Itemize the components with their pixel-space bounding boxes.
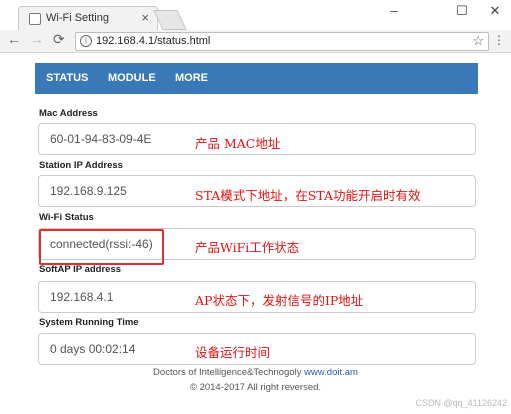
softap-ip-annotation: AP状态下，发射信号的IP地址 [195,293,364,308]
softap-ip-label: SoftAP IP address [39,264,122,275]
nav-item-status[interactable]: STATUS [46,72,88,84]
footer-copyright: © 2014-2017 All right reversed. [189,382,322,393]
running-time-value: 0 days 00:02:14 [50,342,136,356]
maximize-window-icon[interactable]: ☐ [445,0,479,22]
running-time-annotation: 设备运行时间 [195,345,271,360]
mac-address-label: Mac Address [39,108,98,119]
wifi-status-label: Wi-Fi Status [39,212,94,223]
close-tab-icon[interactable]: × [141,10,149,25]
reload-icon[interactable]: ⟳ [53,31,65,48]
station-ip-value: 192.168.9.125 [50,184,127,198]
back-icon[interactable]: ← [7,31,21,47]
address-bar-url: 192.168.4.1/status.html [96,35,211,47]
footer-company: Doctors of Intelligence&Technogoly [153,367,302,378]
browser-tab[interactable]: Wi-Fi Setting × [18,6,158,31]
bookmark-star-icon[interactable]: ☆ [472,33,484,49]
tab-title: Wi-Fi Setting [46,12,109,24]
nav-item-more[interactable]: MORE [175,72,208,84]
mac-address-value: 60-01-94-83-09-4E [50,132,152,146]
browser-menu-icon[interactable]: ⋮ [493,33,505,47]
browser-toolbar: ← → ⟳ i 192.168.4.1/status.html ☆ ⋮ [0,30,511,53]
wifi-status-annotation: 产品WiFi工作状态 [195,240,300,255]
site-info-icon[interactable]: i [80,35,92,47]
footer-line-1: Doctors of Intelligence&Technogoly www.d… [0,367,511,378]
station-ip-annotation: STA模式下地址，在STA功能开启时有效 [195,188,421,203]
minimize-window-icon[interactable]: – [377,0,411,22]
mac-address-annotation: 产品 MAC地址 [195,136,281,151]
softap-ip-value: 192.168.4.1 [50,290,114,304]
running-time-label: System Running Time [39,317,139,328]
forward-icon[interactable]: → [30,31,44,47]
top-navbar: STATUS MODULE MORE [35,63,478,94]
close-window-icon[interactable]: ✕ [478,0,511,22]
station-ip-label: Station IP Address [39,160,123,171]
address-bar[interactable]: i 192.168.4.1/status.html ☆ [75,32,489,51]
new-tab-button[interactable] [153,10,187,30]
wifi-status-highlight-box [39,229,164,265]
page-favicon-icon [29,13,41,25]
csdn-watermark: CSDN @qq_41126242 [415,398,507,408]
footer-website-link[interactable]: www.doit.am [304,367,358,378]
nav-item-module[interactable]: MODULE [108,72,156,84]
tab-bar: Wi-Fi Setting × – ☐ ✕ [0,0,511,31]
